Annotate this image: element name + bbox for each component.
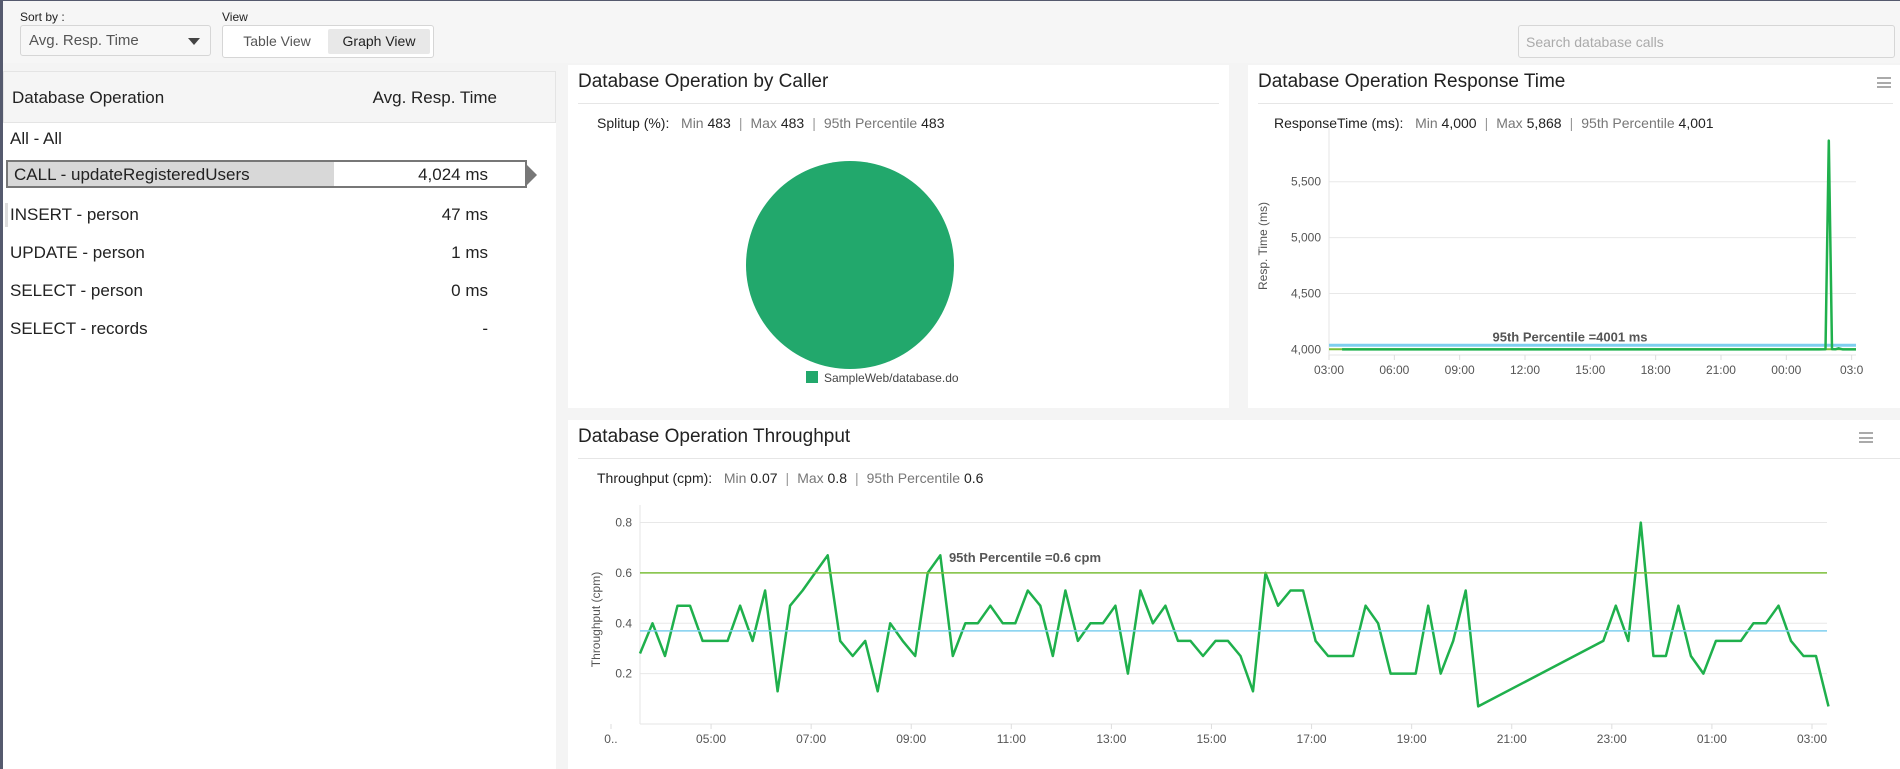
operation-row[interactable]: SELECT - records - (3, 314, 548, 344)
sort-by-dropdown[interactable]: Avg. Resp. Time (20, 25, 211, 56)
operations-list-header: Database Operation Avg. Resp. Time (3, 71, 556, 123)
y-axis-label: Resp. Time (ms) (1256, 202, 1270, 290)
graph-view-button[interactable]: Graph View (328, 29, 430, 54)
search-input[interactable] (1518, 25, 1895, 58)
legend-label[interactable]: SampleWeb/database.do (824, 371, 959, 385)
operation-row[interactable]: All - All (3, 124, 548, 154)
x-tick-label: 03:0 (1840, 363, 1864, 377)
selected-arrow-icon (527, 165, 537, 185)
throughput-panel: Database Operation Throughput Throughput… (568, 420, 1900, 769)
caller-panel: Database Operation by Caller Splitup (%)… (568, 65, 1229, 408)
y-tick-label: 0.6 (615, 566, 632, 580)
operation-name: UPDATE - person (10, 243, 145, 262)
x-tick-label: 18:00 (1641, 363, 1671, 377)
throughput-chart: 0.2 0.4 0.6 0.8 0.. 05:00 07:00 09:00 11:00 13:00… (589, 505, 1830, 746)
column-header-avg-resp-time[interactable]: Avg. Resp. Time (373, 88, 497, 108)
x-tick-label: 15:00 (1196, 732, 1226, 746)
x-tick-label: 21:00 (1497, 732, 1527, 746)
x-tick-label: 03:00 (1314, 363, 1344, 377)
y-tick-label: 5,000 (1291, 231, 1321, 245)
x-tick-label: 09:00 (896, 732, 926, 746)
x-tick-label: 07:00 (796, 732, 826, 746)
operation-value: 4,024 ms (418, 165, 488, 184)
y-tick-label: 0.8 (615, 516, 632, 530)
operation-name: CALL - updateRegisteredUsers (14, 165, 250, 184)
toolbar: Sort by : Avg. Resp. Time View Table Vie… (3, 1, 1900, 63)
operation-name: All - All (10, 129, 62, 148)
y-tick-label: 0.2 (615, 667, 632, 681)
app-root: Sort by : Avg. Resp. Time View Table Vie… (0, 0, 1900, 769)
pie-slice[interactable] (746, 161, 954, 369)
p95-annotation: 95th Percentile =4001 ms (1492, 329, 1647, 344)
chevron-down-icon (188, 38, 200, 45)
y-axis-label: Throughput (cpm) (589, 572, 603, 667)
operation-row-selected[interactable]: CALL - updateRegisteredUsers 4,024 ms (6, 160, 537, 188)
operation-name: INSERT - person (10, 205, 139, 224)
x-tick-label: 12:00 (1510, 363, 1540, 377)
operation-name: SELECT - person (10, 281, 143, 300)
response-time-panel: Database Operation Response Time Respons… (1248, 65, 1900, 408)
x-tick-label: 15:00 (1575, 363, 1605, 377)
x-tick-label: 21:00 (1706, 363, 1736, 377)
x-tick-label: 05:00 (696, 732, 726, 746)
operation-value: 0 ms (451, 281, 488, 300)
operation-value: - (482, 319, 488, 338)
y-tick-label: 5,500 (1291, 175, 1321, 189)
legend-swatch (806, 371, 818, 383)
operation-row[interactable]: UPDATE - person 1 ms (3, 238, 548, 268)
y-tick-label: 4,500 (1291, 287, 1321, 301)
p95-annotation: 95th Percentile =0.6 cpm (949, 550, 1101, 565)
operation-row[interactable]: SELECT - person 0 ms (3, 276, 548, 306)
view-toggle: Table View Graph View (222, 25, 434, 58)
pie-chart: SampleWeb/database.do (746, 161, 959, 385)
x-tick-label: 09:00 (1445, 363, 1475, 377)
series-line (638, 521, 1830, 708)
x-tick-label: 19:00 (1397, 732, 1427, 746)
x-tick-label: 23:00 (1597, 732, 1627, 746)
view-label: View (222, 10, 248, 24)
series-line (1342, 139, 1856, 351)
operation-value: 47 ms (441, 205, 488, 224)
table-view-button[interactable]: Table View (226, 29, 328, 54)
x-tick-label: 01:00 (1697, 732, 1727, 746)
x-tick-label: 06:00 (1379, 363, 1409, 377)
y-tick-label: 4,000 (1291, 342, 1321, 356)
sort-by-value: Avg. Resp. Time (29, 32, 139, 49)
operations-list: Database Operation Avg. Resp. Time All -… (3, 71, 556, 769)
operation-value: 1 ms (451, 243, 488, 262)
operation-row[interactable]: INSERT - person 47 ms (3, 200, 548, 230)
x-tick-label: 00:00 (1771, 363, 1801, 377)
x-tick-label: 03:00 (1797, 732, 1827, 746)
response-time-chart: 4,000 4,500 5,000 5,500 03:00 06:00 09:00 12:00… (1256, 127, 1864, 377)
operation-name: SELECT - records (10, 319, 148, 338)
response-time-bar (5, 203, 8, 227)
sort-by-label: Sort by : (20, 10, 65, 24)
column-header-operation[interactable]: Database Operation (12, 88, 164, 108)
x-tick-label: 13:00 (1096, 732, 1126, 746)
x-tick-label: 0.. (604, 732, 617, 746)
x-tick-label: 17:00 (1297, 732, 1327, 746)
y-tick-label: 0.4 (615, 616, 632, 630)
x-tick-label: 11:00 (997, 732, 1026, 746)
